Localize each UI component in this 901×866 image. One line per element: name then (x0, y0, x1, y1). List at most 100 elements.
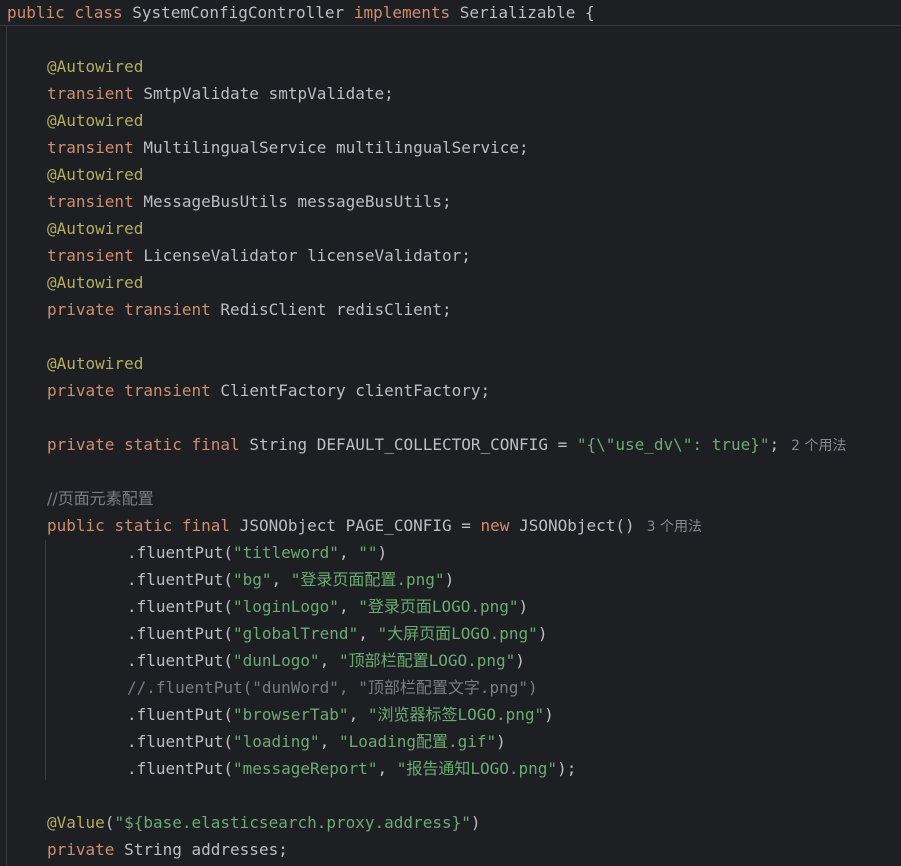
code-line-9: @Autowired (47, 269, 143, 296)
comma: , (319, 651, 339, 670)
indent-guide-class (6, 26, 7, 866)
comma: , (358, 624, 378, 643)
method-call: .fluentPut( (127, 759, 233, 778)
field-declaration: ClientFactory clientFactory; (220, 381, 491, 400)
keyword-new: new (480, 516, 510, 535)
method-call: .fluentPut( (127, 543, 233, 562)
code-line-11: @Autowired (47, 350, 143, 377)
keyword-transient: transient (47, 246, 134, 265)
keyword-transient: transient (47, 84, 134, 103)
close-paren: ) (518, 597, 529, 616)
fluent-put-line-5: .fluentPut("dunLogo", "顶部栏配置LOGO.png") (127, 647, 525, 674)
keyword-static: static (114, 516, 173, 535)
annotation: @Autowired (47, 57, 144, 76)
string-key: "titleword" (232, 543, 339, 562)
string-key: "loginLogo" (232, 597, 339, 616)
keyword-class: class (74, 3, 123, 22)
fluent-put-line-2: .fluentPut("bg", "登录页面配置.png") (127, 566, 454, 593)
string-value: "大屏页面LOGO.png" (377, 624, 538, 643)
string-key: "browserTab" (232, 705, 349, 724)
code-line-17: private String addresses; (47, 836, 288, 863)
string-literal: "{\"use_dv\": true}" (576, 435, 770, 454)
code-line-8: transient LicenseValidator licenseValida… (47, 242, 471, 269)
fluent-put-line-4: .fluentPut("globalTrend", "大屏页面LOGO.png"… (127, 620, 547, 647)
constant-declaration: JSONObject PAGE_CONFIG = (239, 516, 481, 535)
keyword-final: final (181, 516, 231, 535)
constructor-call: JSONObject() (519, 516, 635, 535)
code-line-15: public static final JSONObject PAGE_CONF… (47, 512, 702, 539)
annotation: @Autowired (47, 273, 144, 292)
usage-hint[interactable]: 3 个用法 (647, 519, 702, 535)
code-editor[interactable]: public class SystemConfigController impl… (0, 0, 901, 866)
comma: , (338, 543, 359, 562)
fluent-put-line-3: .fluentPut("loginLogo", "登录页面LOGO.png") (127, 593, 528, 620)
indent-guide-chain (45, 540, 46, 780)
fluent-put-line-8: .fluentPut("messageReport", "报告通知LOGO.pn… (127, 755, 576, 782)
close-paren: ) (515, 651, 525, 670)
annotation: @Autowired (47, 354, 144, 373)
fluent-put-line-1: .fluentPut("titleword", "") (127, 539, 387, 566)
string-value: "" (358, 543, 378, 562)
string-literal: "${base.elasticsearch.proxy.address}" (114, 813, 471, 832)
class-name: SystemConfigController (132, 3, 345, 22)
method-call: .fluentPut( (127, 570, 233, 589)
field-declaration: String addresses; (124, 840, 288, 859)
string-key: "globalTrend" (232, 624, 359, 643)
class-declaration-line: public class SystemConfigController impl… (7, 0, 595, 26)
close-paren: ) (377, 543, 388, 562)
method-call: .fluentPut( (127, 705, 233, 724)
method-call: .fluentPut( (127, 597, 233, 616)
field-declaration: RedisClient redisClient; (220, 300, 452, 319)
keyword-private: private (47, 840, 115, 859)
constant-declaration: String DEFAULT_COLLECTOR_CONFIG = (249, 435, 577, 454)
semicolon: ; (769, 435, 780, 454)
code-line-1: @Autowired (47, 53, 143, 80)
close-paren: ) (470, 813, 481, 832)
string-value: "Loading配置.gif" (338, 732, 497, 751)
keyword-implements: implements (353, 3, 451, 22)
method-call: .fluentPut( (127, 624, 233, 643)
keyword-final: final (191, 435, 240, 454)
line-comment: //页面元素配置 (47, 489, 154, 508)
string-key: "loading" (232, 732, 320, 751)
line-comment: //.fluentPut("dunWord", "顶部栏配置文字.png") (127, 678, 538, 697)
annotation: @Autowired (47, 219, 144, 238)
close-paren-semicolon: ); (557, 759, 577, 778)
code-line-2: transient SmtpValidate smtpValidate; (47, 80, 394, 107)
keyword-static: static (124, 435, 182, 454)
code-line-14: //页面元素配置 (47, 485, 154, 512)
keyword-private: private (47, 300, 115, 319)
close-paren: ) (544, 705, 554, 724)
string-value: "登录页面LOGO.png" (358, 597, 519, 616)
close-paren: ) (496, 732, 506, 751)
string-value: "登录页面配置.png" (290, 570, 445, 589)
comma: , (348, 705, 368, 724)
keyword-public: public (47, 516, 105, 535)
string-key: "messageReport" (232, 759, 378, 778)
interface-name: Serializable (459, 3, 576, 22)
code-line-12: private transient ClientFactory clientFa… (47, 377, 490, 404)
method-call: .fluentPut( (127, 732, 233, 751)
keyword-transient: transient (47, 138, 134, 157)
code-line-10: private transient RedisClient redisClien… (47, 296, 452, 323)
fluent-put-line-6: .fluentPut("browserTab", "浏览器标签LOGO.png"… (127, 701, 554, 728)
keyword-public: public (7, 3, 65, 22)
fluent-put-line-7: .fluentPut("loading", "Loading配置.gif") (127, 728, 506, 755)
close-paren: ) (444, 570, 455, 589)
method-call: .fluentPut( (127, 651, 233, 670)
string-value: "浏览器标签LOGO.png" (367, 705, 545, 724)
close-paren: ) (537, 624, 548, 643)
annotation: @Autowired (47, 111, 144, 130)
code-line-6: transient MessageBusUtils messageBusUtil… (47, 188, 452, 215)
sticky-class-header[interactable]: public class SystemConfigController impl… (0, 0, 901, 26)
usage-hint[interactable]: 2 个用法 (791, 438, 846, 454)
string-value: "报告通知LOGO.png" (396, 759, 558, 778)
code-line-3: @Autowired (47, 107, 143, 134)
field-declaration: SmtpValidate smtpValidate; (143, 84, 394, 103)
code-line-13: private static final String DEFAULT_COLL… (47, 431, 847, 458)
field-declaration: MessageBusUtils messageBusUtils; (143, 192, 452, 211)
comma: , (377, 759, 397, 778)
string-key: "dunLogo" (232, 651, 320, 670)
string-value: "顶部栏配置LOGO.png" (338, 651, 516, 670)
open-brace: { (585, 3, 595, 22)
